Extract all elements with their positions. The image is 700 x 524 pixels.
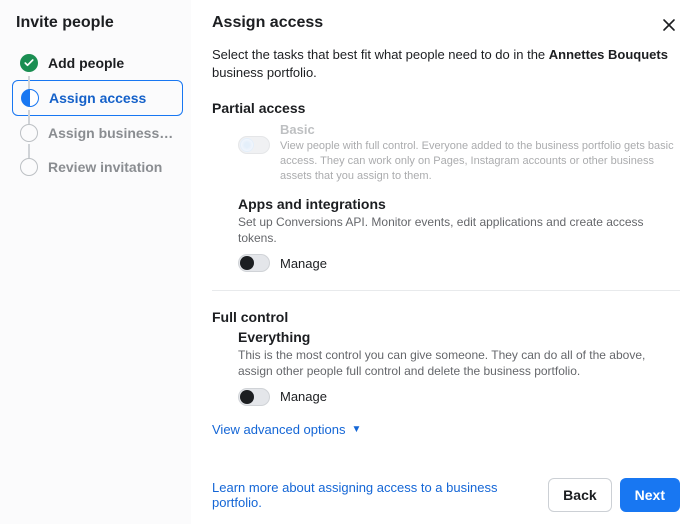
empty-circle-icon [20, 158, 38, 176]
step-assign-business-assets[interactable]: Assign business a... [12, 116, 183, 150]
main-panel: Assign access Select the tasks that best… [192, 0, 700, 524]
option-desc: Set up Conversions API. Monitor events, … [238, 214, 680, 246]
option-name: Everything [238, 329, 680, 345]
half-circle-icon [21, 89, 39, 107]
step-label: Review invitation [48, 159, 162, 175]
option-desc: View people with full control. Everyone … [280, 139, 680, 184]
next-button[interactable]: Next [620, 478, 680, 512]
toggle-basic [238, 136, 270, 154]
sidebar: Invite people Add people Assign access A… [0, 0, 192, 524]
empty-circle-icon [20, 124, 38, 142]
back-button[interactable]: Back [548, 478, 611, 512]
toggle-knob [240, 390, 254, 404]
close-icon [662, 18, 676, 32]
toggle-knob [240, 138, 254, 152]
learn-more-link[interactable]: Learn more about assigning access to a b… [212, 480, 548, 510]
sidebar-title: Invite people [12, 14, 183, 32]
toggle-label: Manage [280, 389, 327, 404]
toggle-apps[interactable] [238, 254, 270, 272]
steps-list: Add people Assign access Assign business… [12, 46, 183, 184]
option-basic: Basic View people with full control. Eve… [212, 122, 680, 184]
toggle-everything[interactable] [238, 388, 270, 406]
step-review-invitation[interactable]: Review invitation [12, 150, 183, 184]
toggle-label: Manage [280, 256, 327, 271]
step-label: Add people [48, 55, 124, 71]
full-control-heading: Full control [212, 309, 680, 325]
chevron-down-icon: ▼ [351, 424, 361, 435]
step-assign-access[interactable]: Assign access [12, 80, 183, 116]
page-title: Assign access [212, 14, 323, 32]
close-button[interactable] [658, 14, 680, 36]
step-label: Assign business a... [48, 125, 175, 141]
portfolio-name: Annettes Bouquets [549, 47, 668, 62]
intro-text: Select the tasks that best fit what peop… [212, 46, 680, 82]
step-label: Assign access [49, 90, 146, 106]
divider [212, 290, 680, 291]
option-apps-integrations: Apps and integrations Set up Conversions… [212, 196, 680, 272]
step-add-people[interactable]: Add people [12, 46, 183, 80]
check-circle-icon [20, 54, 38, 72]
option-everything: Everything This is the most control you … [212, 329, 680, 405]
view-advanced-options-link[interactable]: View advanced options ▼ [212, 422, 680, 437]
option-name: Basic [280, 122, 680, 137]
toggle-knob [240, 256, 254, 270]
option-name: Apps and integrations [238, 196, 680, 212]
partial-access-heading: Partial access [212, 100, 680, 116]
option-desc: This is the most control you can give so… [238, 347, 680, 379]
